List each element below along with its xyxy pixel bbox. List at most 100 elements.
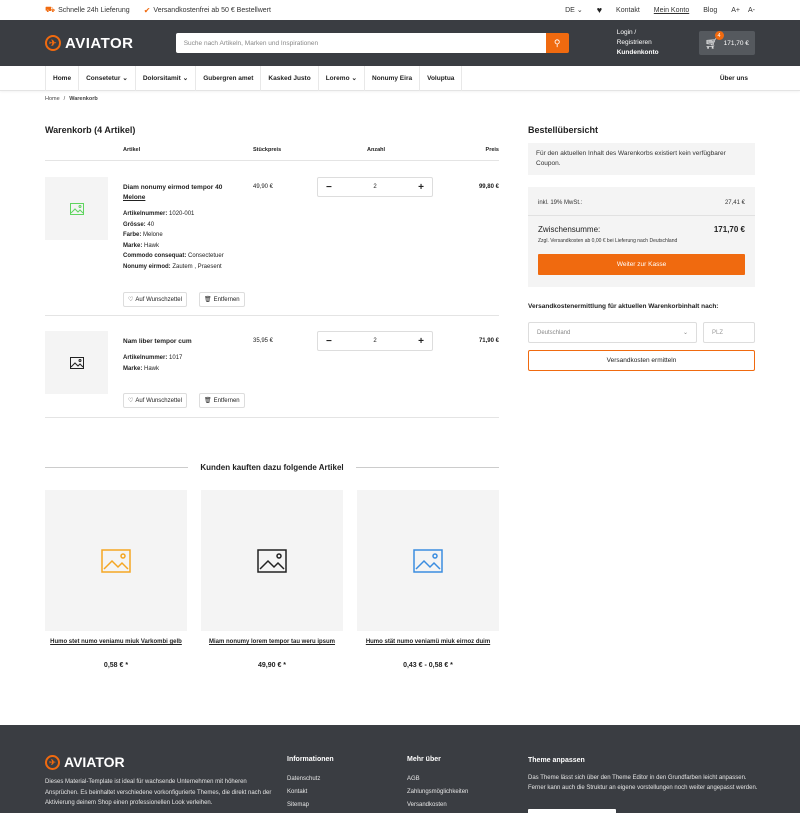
remove-item-button[interactable]: 🗑︎ Entfernen [199, 292, 245, 307]
breadcrumb-current: Warenkorb [69, 96, 98, 102]
usp-delivery: ⛟ Schnelle 24h Lieferung [45, 5, 130, 14]
increase-quantity-button[interactable]: + [418, 182, 424, 193]
chevron-down-icon: ⌄ [351, 75, 357, 82]
footer-more-column: Mehr über AGB Zahlungsmöglichkeiten Vers… [407, 756, 468, 812]
search-button[interactable]: ⚲ [545, 33, 569, 53]
top-utility-bar: ⛟ Schnelle 24h Lieferung ✔ Versandkostenfr… [0, 0, 800, 20]
checkout-button[interactable]: Weiter zur Kasse [538, 254, 745, 275]
vat-value: 27,41 € [724, 200, 745, 206]
cart-row: Nam liber tempor cum Artikelnummer: 1017… [45, 316, 499, 418]
product-attributes: Artikelnummer: 1017 Marke: Hawk [123, 355, 183, 372]
footer-theme-column: Theme anpassen Das Theme lässt sich über… [528, 757, 758, 791]
calculate-shipping-button[interactable]: Versandkosten ermitteln [528, 350, 755, 371]
cart-title: Warenkorb (4 Artikel) [45, 125, 136, 135]
breadcrumb-home[interactable]: Home [45, 96, 60, 102]
decrease-quantity-button[interactable]: − [326, 336, 332, 347]
footer-link[interactable]: Sitemap [287, 799, 334, 812]
search-icon: ⚲ [553, 37, 561, 48]
footer-info-column: Informationen Datenschutz Kontakt Sitema… [287, 756, 334, 812]
vat-label: inkl. 19% MwSt.: [538, 200, 583, 206]
search-bar: Suche nach Artikeln, Marken und Inspirat… [175, 33, 569, 53]
site-footer: ✈ AVIATOR Dieses Material-Template ist i… [0, 725, 800, 813]
coupon-info: Für den aktuellen Inhalt des Warenkorbs … [528, 143, 755, 175]
nav-item-home[interactable]: Home [45, 65, 80, 91]
trash-icon: 🗑︎ [204, 297, 212, 303]
site-logo[interactable]: ✈ AVIATOR [45, 35, 176, 52]
recommendation-image[interactable] [357, 490, 499, 631]
product-image[interactable] [45, 331, 108, 394]
recommendation-price: 0,43 € - 0,58 € * [403, 662, 453, 669]
unit-price: 35,95 € [253, 338, 274, 344]
my-account-link[interactable]: Mein Konto [654, 7, 689, 14]
product-image[interactable] [45, 177, 108, 240]
subtotal-label: Zwischensumme: [538, 225, 601, 234]
chevron-down-icon: ⌄ [576, 7, 583, 14]
truck-icon: ⛟ [45, 5, 56, 14]
postcode-input[interactable]: PLZ [703, 322, 755, 343]
cart-button[interactable]: 🛒︎ 4 171,70 € [698, 31, 755, 55]
footer-link[interactable]: Datenschutz [287, 773, 334, 786]
decrease-quantity-button[interactable]: − [326, 182, 332, 193]
nav-item-voluptua[interactable]: Voluptua [420, 65, 463, 91]
recommendation-card: Humo stät numo veniamü miuk eirnoz duim … [357, 490, 499, 669]
recommendation-name-link[interactable]: Humo stät numo veniamü miuk eirnoz duim [357, 639, 499, 645]
breadcrumb: Home / Warenkorb [45, 96, 98, 102]
product-name-link[interactable]: Diam nonumy eirmod tempor 40 Melone [123, 183, 233, 203]
account-link[interactable]: Login / Registrieren Kundenkonto [617, 28, 673, 58]
cart-total: 171,70 € [723, 39, 749, 47]
nav-item-kasked[interactable]: Kasked Justo [261, 65, 319, 91]
line-total: 71,90 € [478, 338, 499, 344]
footer-link[interactable]: Versandkosten [407, 799, 468, 812]
shipping-note: Zzgl. Versandkosten ab 0,00 € bei Liefer… [538, 238, 678, 244]
recommendation-card: Humo stet numo veniamu miuk Varkombi gel… [45, 490, 187, 669]
quantity-stepper: − 2 + [317, 177, 433, 197]
nav-item-loremo[interactable]: Loremo ⌄ [319, 65, 365, 91]
recommendation-price: 49,90 € * [257, 662, 287, 669]
remove-item-button[interactable]: 🗑︎ Entfernen [199, 393, 245, 408]
contact-link[interactable]: Kontakt [616, 7, 640, 14]
wishlist-heart-icon[interactable]: ♥ [597, 5, 602, 15]
add-to-wishlist-button[interactable]: ♡ Auf Wunschzettel [123, 393, 187, 408]
footer-link[interactable]: Kontakt [287, 786, 334, 799]
cart-table-header: Artikel Stückpreis Anzahl Preis [45, 145, 499, 161]
image-placeholder-icon [413, 548, 443, 573]
quantity-value[interactable]: 2 [373, 184, 376, 190]
nav-item-consetetur[interactable]: Consetetur ⌄ [79, 65, 136, 91]
blog-link[interactable]: Blog [703, 7, 717, 14]
search-input[interactable]: Suche nach Artikeln, Marken und Inspirat… [175, 33, 546, 53]
nav-item-ueber-uns[interactable]: Über uns [713, 75, 755, 82]
product-attributes: Artikelnummer: 1020-001 Grösse: 40 Farbe… [123, 211, 224, 270]
theme-editor-button[interactable] [528, 809, 616, 813]
recommendation-card: Miam nonumy lorem tempor tau weru ipsum … [201, 490, 343, 669]
recommendation-name-link[interactable]: Humo stet numo veniamu miuk Varkombi gel… [45, 639, 187, 645]
increase-quantity-button[interactable]: + [418, 336, 424, 347]
recommendation-name-link[interactable]: Miam nonumy lorem tempor tau weru ipsum [201, 639, 343, 645]
quantity-value[interactable]: 2 [373, 338, 376, 344]
unit-price: 49,90 € [253, 184, 274, 190]
recommendation-price: 0,58 € * [103, 662, 129, 669]
footer-logo[interactable]: ✈ AVIATOR [45, 754, 125, 770]
nav-item-nonumy[interactable]: Nonumy Eira [365, 65, 421, 91]
chevron-down-icon: ⌄ [122, 75, 128, 82]
recommendation-image[interactable] [201, 490, 343, 631]
site-header: ✈ AVIATOR Suche nach Artikeln, Marken un… [0, 20, 800, 66]
footer-link[interactable]: AGB [407, 773, 468, 786]
country-select[interactable]: Deutschland ⌄ [528, 322, 697, 343]
language-select[interactable]: DE ⌄ [565, 6, 583, 15]
cart-row: Diam nonumy eirmod tempor 40 Melone Arti… [45, 162, 499, 316]
shipping-estimate-title: Versandkostenermittlung für aktuellen Wa… [528, 303, 719, 310]
image-placeholder-icon [101, 548, 131, 573]
usp-free-shipping: ✔ Versandkostenfrei ab 50 € Bestellwert [143, 5, 271, 15]
chevron-down-icon: ⌄ [682, 330, 688, 336]
recommendations-heading: Kunden kauften dazu folgende Artikel [45, 463, 499, 472]
cart-count-badge: 4 [714, 31, 724, 40]
nav-item-dolorsitamit[interactable]: Dolorsitamit ⌄ [136, 65, 197, 91]
font-decrease-button[interactable]: A- [748, 7, 755, 14]
product-name-link[interactable]: Nam liber tempor cum [123, 337, 233, 347]
quantity-stepper: − 2 + [317, 331, 433, 351]
footer-link[interactable]: Zahlungsmöglichkeiten [407, 786, 468, 799]
recommendation-image[interactable] [45, 490, 187, 631]
add-to-wishlist-button[interactable]: ♡ Auf Wunschzettel [123, 292, 187, 307]
font-increase-button[interactable]: A+ [731, 7, 740, 14]
nav-item-gubergren[interactable]: Gubergren amet [196, 65, 262, 91]
